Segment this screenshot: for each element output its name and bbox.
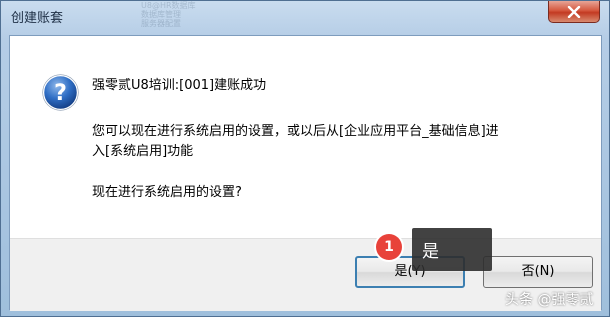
background-window-text: U8@HR数据库 数据库管理 服务器配置	[141, 1, 196, 28]
message-line-1: 您可以现在进行系统启用的设置，或以后从[企业应用平台_基础信息]进	[92, 124, 499, 139]
watermark: 头条 @强零贰	[505, 292, 594, 308]
success-headline: 强零贰U8培训:[001]建账成功	[92, 78, 267, 93]
no-button[interactable]: 否(N)	[483, 256, 593, 288]
message-line-2: 入[系统启用]功能	[92, 144, 194, 159]
dialog-window: U8@HR数据库 数据库管理 服务器配置 创建账套 ? 强零贰U8培训:[001…	[0, 0, 610, 317]
question-icon: ?	[42, 74, 79, 111]
close-icon	[567, 5, 581, 18]
svg-text:?: ?	[54, 81, 67, 106]
question-text: 现在进行系统启用的设置?	[92, 185, 242, 200]
annotation-tooltip: 是	[412, 228, 492, 271]
window-title: 创建账套	[11, 11, 64, 26]
close-button[interactable]	[548, 1, 600, 23]
step-badge: 1	[376, 234, 402, 260]
